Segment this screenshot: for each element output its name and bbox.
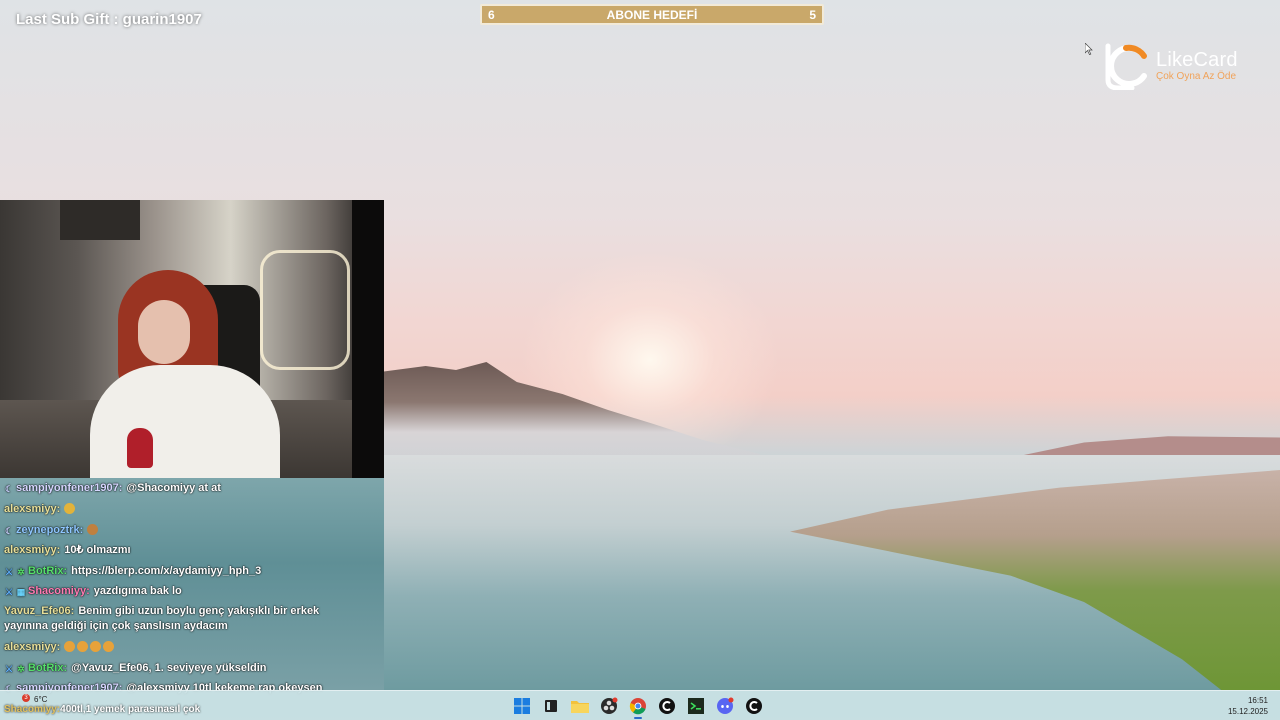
weather-alert-badge: 3 [22,694,30,702]
chat-username: alexsmiyy: [4,503,61,515]
capcut-alt-icon [746,698,762,714]
monkey-emote-icon [87,524,99,535]
chat-username: Yavuz_Efe06: [4,605,75,617]
subscriber-goal-bar: 6 ABONE HEDEFİ 5 [480,4,824,25]
system-clock[interactable]: 16:51 15.12.2025 [1228,695,1268,717]
moon-badge-icon: ☾ [4,484,14,494]
goal-current: 6 [488,7,495,22]
terminal-icon [688,698,704,714]
chat-username: sampiyonfener1907: [16,482,123,494]
windows-taskbar: 3 6°C Shacomiyy:400tl,1 yemek parasınası… [0,690,1280,720]
chat-username: BotRix: [28,662,68,674]
angry-emote-icon [103,641,115,652]
goal-target: 5 [809,7,816,22]
obs-icon [601,697,618,714]
windows-start-button[interactable] [512,695,532,717]
discord-button[interactable] [715,695,735,717]
angry-emote-icon [90,641,102,652]
grid-badge-icon: ▦ [16,587,26,597]
ticker-text: 400tl,1 yemek parasınasıl çok [60,704,201,715]
chat-message: alexsmiyy: [4,640,116,654]
chat-message: alexsmiyy: 10₺ olmazmı [4,543,131,557]
terminal-button[interactable] [686,695,706,717]
mouse-cursor-icon [1085,43,1093,55]
chrome-button[interactable] [628,695,648,719]
hand-emote-icon [64,503,76,514]
sword-badge-icon: ⚔ [4,664,14,674]
clock-time: 16:51 [1247,696,1268,705]
taskbar-apps [512,695,764,719]
chat-text: @Yavuz_Efe06, 1. seviyeye yükseldin [71,662,267,674]
widgets-button[interactable] [541,695,561,717]
capcut-icon [659,698,675,714]
discord-icon [717,697,734,714]
goal-title: ABONE HEDEFİ [606,7,698,22]
chat-message: ☾ sampiyonfener1907: @Shacomiyy at at [4,481,221,495]
chat-text: @Shacomiyy at at [126,482,221,494]
angry-emote-icon [64,641,76,652]
webcam-neon-light [260,250,350,370]
obs-studio-button[interactable] [599,695,619,717]
webcam-streamer-face [138,300,190,364]
clock-date: 15.12.2025 [1227,707,1268,716]
chat-username: alexsmiyy: [4,641,61,653]
webcam-shirt-heart [127,428,153,468]
chat-text: 10₺ olmazmı [64,544,131,556]
angry-emote-icon [77,641,89,652]
chat-text: https://blerp.com/x/aydamiyy_hph_3 [71,565,262,577]
chrome-icon [629,698,646,715]
webcam-shelf [60,200,140,240]
chat-message: ⚔ ✲ BotRix: @Yavuz_Efe06, 1. seviyeye yükse… [4,661,267,675]
webcam-feed [0,200,384,478]
chat-text: yazdıgıma bak lo [93,585,182,597]
webcam-edge [352,200,384,478]
chat-username: zeynepoztrk: [16,524,84,536]
sponsor-slogan: Çok Oyna Az Öde [1156,71,1237,82]
sponsor-logo: LikeCard Çok Oyna Az Öde [1100,42,1260,92]
moon-badge-icon: ☾ [4,526,14,536]
chat-username: Shacomiyy: [28,585,90,597]
likecard-logo-icon [1105,43,1147,90]
chat-message: ☾ zeynepoztrk: [4,523,100,537]
sponsor-brand: LikeCard [1156,49,1238,71]
last-sub-gift-label: Last Sub Gift : guarin1907 [16,11,202,28]
widgets-icon [545,700,557,712]
webcam-streamer-body [90,365,280,478]
chat-message: alexsmiyy: [4,502,77,516]
chat-username: BotRix: [28,565,68,577]
chat-ticker: Shacomiyy:400tl,1 yemek parasınasıl çok [4,704,200,715]
folder-icon [571,701,589,713]
chat-message: ⚔ ✲ BotRix: https://blerp.com/x/aydamiyy_hp… [4,564,261,578]
chat-message: ⚔ ▦ Shacomiyy: yazdıgıma bak lo [4,584,182,598]
file-explorer-button[interactable] [570,695,590,717]
ticker-username: Shacomiyy: [4,704,61,715]
capcut-alt-button[interactable] [744,695,764,717]
windows-logo-icon [514,698,530,714]
chat-username: alexsmiyy: [4,544,61,556]
gear-badge-icon: ✲ [17,664,25,674]
sword-badge-icon: ⚔ [4,567,14,577]
chat-message: Yavuz_Efe06: Benim gibi uzun boylu genç y… [4,604,334,634]
capcut-button[interactable] [657,695,677,717]
gear-badge-icon: ✲ [17,567,25,577]
weather-widget[interactable]: 6°C [34,695,47,704]
sword-badge-icon: ⚔ [4,587,14,597]
